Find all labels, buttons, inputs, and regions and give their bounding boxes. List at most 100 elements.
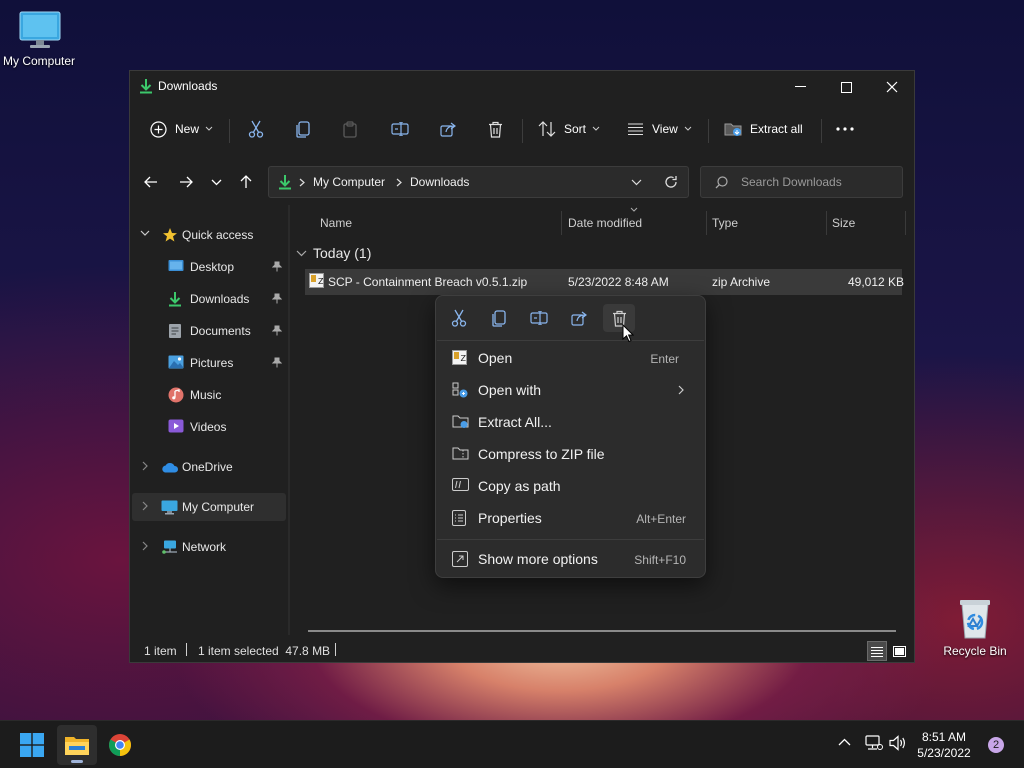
close-button[interactable] [869, 71, 915, 103]
show-hidden-icons-button[interactable] [838, 738, 851, 746]
search-box[interactable]: Search Downloads [700, 166, 903, 198]
mouse-cursor-icon [622, 324, 634, 343]
status-separator [186, 643, 187, 656]
address-history-button[interactable] [631, 179, 642, 186]
nav-quick-access[interactable]: Quick access [132, 221, 286, 249]
window-title: Downloads [158, 79, 218, 93]
menu-label: Open [478, 350, 513, 366]
tiles-view-button[interactable] [889, 641, 909, 661]
context-cut-button[interactable] [443, 304, 475, 332]
column-header-name[interactable]: Name [320, 216, 352, 230]
context-item-open-with[interactable]: Open with [440, 375, 702, 405]
delete-button[interactable] [488, 115, 503, 143]
context-item-show-more-options[interactable]: Show more options Shift+F10 [440, 544, 702, 574]
desktop-icon-my-computer[interactable]: My Computer [0, 10, 80, 68]
details-view-button[interactable] [867, 641, 887, 661]
share-button[interactable] [440, 115, 457, 143]
pictures-folder-icon [168, 355, 184, 369]
context-item-extract-all[interactable]: Extract All... [440, 407, 702, 437]
context-item-open[interactable]: Z Open Enter [440, 343, 702, 373]
horizontal-scrollbar[interactable] [308, 630, 896, 632]
network-status-icon[interactable] [865, 735, 883, 751]
minimize-button[interactable] [777, 71, 823, 103]
title-bar[interactable]: Downloads [130, 71, 914, 103]
column-separator[interactable] [706, 211, 707, 235]
sort-button[interactable]: Sort [538, 115, 600, 143]
clock-date: 5/23/2022 [917, 746, 971, 760]
clock[interactable]: 8:51 AM 5/23/2022 [904, 729, 984, 761]
back-button[interactable] [138, 169, 164, 195]
up-button[interactable] [233, 169, 259, 195]
cut-button[interactable] [248, 115, 264, 143]
context-copy-button[interactable] [483, 304, 515, 332]
forward-button[interactable] [173, 169, 199, 195]
column-header-date[interactable]: Date modified [568, 216, 642, 230]
recent-locations-button[interactable] [203, 169, 229, 195]
desktop-icon-label: Recycle Bin [943, 644, 1007, 658]
view-label: View [652, 122, 678, 136]
context-rename-button[interactable] [523, 304, 555, 332]
nav-item-videos[interactable]: Videos [132, 413, 286, 441]
nav-item-pictures[interactable]: Pictures [132, 349, 286, 377]
group-header-today[interactable]: Today (1) [296, 245, 371, 261]
context-share-button[interactable] [563, 304, 595, 332]
trash-icon [489, 121, 502, 138]
minimize-icon [794, 86, 806, 87]
context-item-compress[interactable]: Compress to ZIP file [440, 439, 702, 469]
more-options-button[interactable] [836, 115, 854, 143]
column-header-size[interactable]: Size [832, 216, 855, 230]
extract-all-button[interactable]: Extract all [724, 115, 803, 143]
rename-button[interactable] [391, 115, 409, 143]
chevron-down-icon [296, 250, 307, 256]
monitor-icon [18, 10, 62, 50]
view-button[interactable]: View [627, 115, 692, 143]
new-button[interactable]: New [150, 115, 213, 143]
nav-item-music[interactable]: Music [132, 381, 286, 409]
taskbar-chrome[interactable] [100, 725, 140, 765]
taskbar-file-explorer[interactable] [57, 725, 97, 765]
column-separator[interactable] [905, 211, 906, 235]
copy-path-icon [452, 478, 469, 491]
nav-label: Quick access [182, 228, 254, 242]
nav-my-computer[interactable]: My Computer [132, 493, 286, 521]
start-button[interactable] [12, 725, 52, 765]
copy-button[interactable] [296, 115, 310, 143]
taskbar: 8:51 AM 5/23/2022 2 [0, 720, 1024, 768]
view-list-icon [628, 123, 643, 135]
selection-info: 1 item selected 47.8 MB [198, 644, 331, 658]
column-header-type[interactable]: Type [712, 216, 738, 230]
context-item-copy-path[interactable]: Copy as path [440, 471, 702, 501]
nav-item-documents[interactable]: Documents [132, 317, 286, 345]
paste-button[interactable] [343, 115, 357, 143]
file-date: 5/23/2022 8:48 AM [568, 275, 669, 289]
breadcrumb-downloads[interactable]: Downloads [410, 175, 469, 189]
svg-text:Z: Z [318, 277, 324, 286]
nav-item-desktop[interactable]: Desktop [132, 253, 286, 281]
nav-network[interactable]: Network [132, 533, 286, 561]
notification-badge[interactable]: 2 [988, 737, 1004, 753]
nav-item-downloads[interactable]: Downloads [132, 285, 286, 313]
maximize-button[interactable] [823, 71, 869, 103]
nav-onedrive[interactable]: OneDrive [132, 453, 286, 481]
chevron-right-icon [678, 385, 685, 395]
chrome-icon [109, 734, 131, 756]
nav-label: Documents [190, 324, 251, 338]
column-separator[interactable] [826, 211, 827, 235]
breadcrumb-my-computer[interactable]: My Computer [313, 175, 385, 189]
column-separator[interactable] [561, 211, 562, 235]
refresh-button[interactable] [664, 175, 678, 189]
nav-label: My Computer [182, 500, 255, 514]
address-bar[interactable]: My Computer Downloads [268, 166, 689, 198]
desktop-icon-recycle-bin[interactable]: Recycle Bin [935, 596, 1015, 658]
context-item-properties[interactable]: Properties Alt+Enter [440, 503, 702, 533]
maximize-icon [840, 81, 852, 93]
toolbar-separator [229, 119, 230, 143]
address-row: My Computer Downloads Search Downloads [130, 163, 914, 201]
arrow-up-icon [240, 175, 252, 188]
rename-icon [530, 311, 548, 325]
file-row[interactable]: Z SCP - Containment Breach v0.5.1.zip 5/… [305, 269, 904, 295]
menu-label: Open with [478, 382, 542, 398]
extract-icon [452, 414, 469, 429]
nav-label: Desktop [190, 260, 235, 274]
chevron-right-icon [142, 501, 149, 511]
